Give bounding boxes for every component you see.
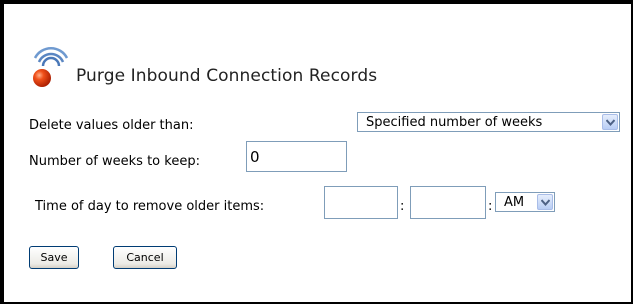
page-title: Purge Inbound Connection Records: [76, 66, 378, 86]
weeks-to-keep-label: Number of weeks to keep:: [29, 154, 200, 169]
chevron-down-icon[interactable]: [537, 194, 553, 210]
delete-values-select-value: Specified number of weeks: [366, 115, 543, 130]
cancel-button[interactable]: Cancel: [113, 246, 177, 269]
broadcast-orb-icon: [29, 42, 75, 88]
time-separator: :: [488, 199, 493, 214]
minute-input[interactable]: [410, 186, 486, 219]
chevron-down-icon[interactable]: [602, 114, 618, 130]
weeks-to-keep-input[interactable]: [246, 141, 347, 172]
time-of-day-label: Time of day to remove older items:: [35, 199, 265, 214]
save-button[interactable]: Save: [29, 246, 79, 269]
delete-values-select[interactable]: Specified number of weeks: [357, 112, 620, 132]
hour-input[interactable]: [324, 186, 398, 219]
time-separator: :: [400, 199, 405, 214]
am-pm-select-value: AM: [504, 195, 525, 210]
am-pm-select[interactable]: AM: [495, 192, 555, 212]
delete-values-label: Delete values older than:: [29, 118, 194, 133]
